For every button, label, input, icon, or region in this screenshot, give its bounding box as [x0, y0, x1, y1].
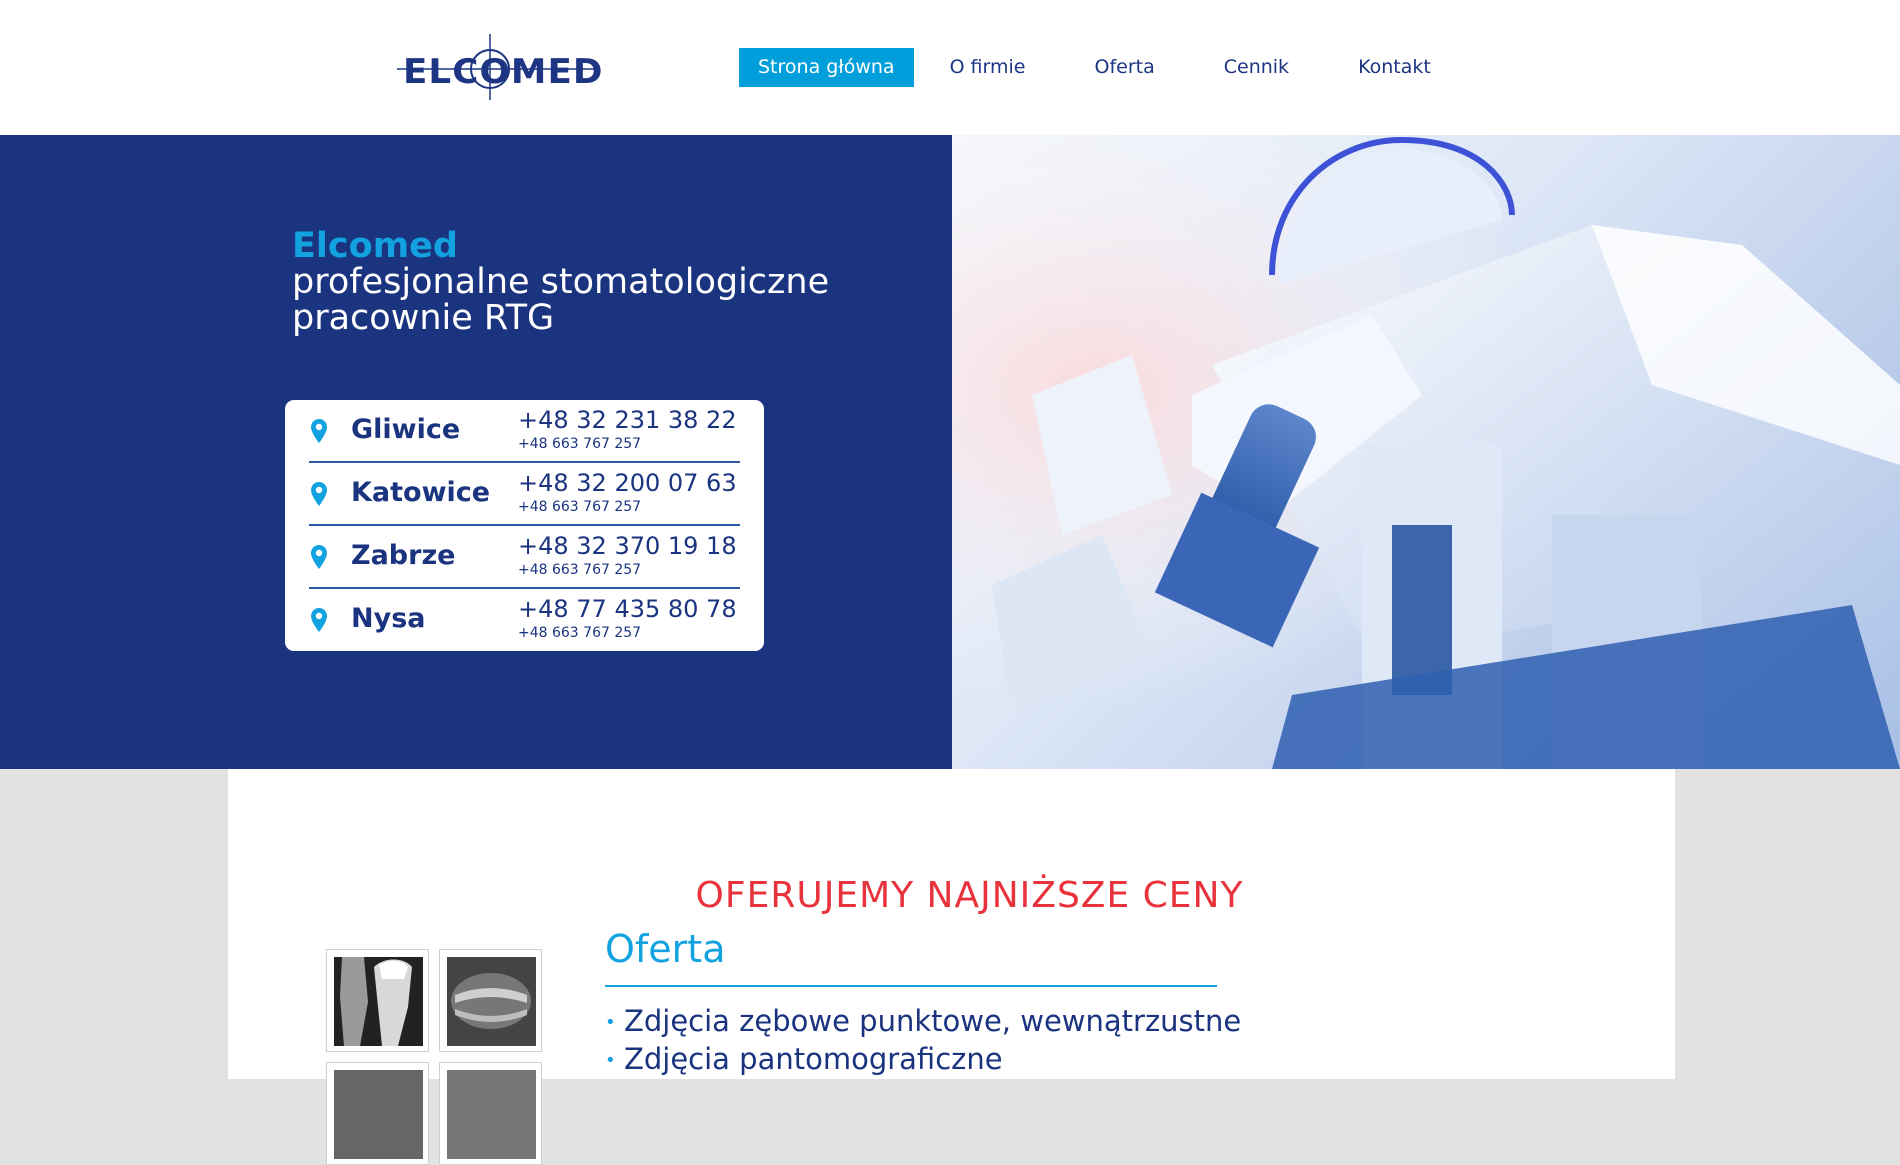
nav-contact[interactable]: Kontakt: [1339, 48, 1450, 87]
content-panel: OFERUJEMY NAJNIŻSZE CENY Oferta • Zdjęcia…: [228, 769, 1675, 1165]
xray-thumbnail[interactable]: [439, 949, 542, 1052]
location-phone[interactable]: +48 32 370 19 18: [518, 532, 737, 560]
location-phone[interactable]: +48 32 231 38 22: [518, 406, 737, 434]
headline: OFERUJEMY NAJNIŻSZE CENY: [695, 875, 1244, 916]
location-row: Zabrze +48 32 370 19 18 +48 663 767 257: [309, 526, 740, 589]
xray-image: [334, 1070, 423, 1159]
location-city: Gliwice: [351, 414, 461, 445]
xray-image: [447, 1070, 536, 1159]
hero-line-2: pracownie RTG: [292, 298, 555, 338]
offer-list: • Zdjęcia zębowe punktowe, wewnątrzustne …: [605, 1003, 1241, 1079]
bullet-icon: •: [605, 1012, 616, 1033]
map-pin-icon: [311, 419, 327, 443]
main-nav: Strona główna O firmie Oferta Cennik Kon…: [739, 48, 1481, 87]
xray-thumbnail[interactable]: [326, 949, 429, 1052]
hero-brand: Elcomed: [292, 226, 458, 266]
location-row: Katowice +48 32 200 07 63 +48 663 767 25…: [309, 463, 740, 526]
nav-about[interactable]: O firmie: [931, 48, 1045, 87]
location-row: Nysa +48 77 435 80 78 +48 663 767 257: [309, 589, 740, 652]
offer-item-label: Zdjęcia zębowe punktowe, wewnątrzustne: [624, 1004, 1242, 1038]
location-phone[interactable]: +48 77 435 80 78: [518, 595, 737, 623]
tooth-xray-icon: [334, 957, 423, 1046]
xray-thumbnail[interactable]: [326, 1062, 429, 1165]
location-city: Zabrze: [351, 540, 456, 571]
location-city: Katowice: [351, 477, 491, 508]
map-pin-icon: [311, 482, 327, 506]
hero-heading: Elcomed profesjonalne stomatologiczne pr…: [292, 228, 829, 336]
location-mobile[interactable]: +48 663 767 257: [518, 436, 641, 452]
location-mobile[interactable]: +48 663 767 257: [518, 625, 641, 641]
nav-prices[interactable]: Cennik: [1205, 48, 1308, 87]
x-ray-machine-photo: [952, 135, 1900, 769]
locations-card: Gliwice +48 32 231 38 22 +48 663 767 257…: [285, 400, 764, 651]
offer-item-label: Zdjęcia pantomograficzne: [624, 1042, 1003, 1076]
headline-wrap: OFERUJEMY NAJNIŻSZE CENY: [228, 875, 1675, 916]
offer-title: Oferta: [605, 927, 726, 971]
location-row: Gliwice +48 32 231 38 22 +48 663 767 257: [309, 400, 740, 463]
logo-wordmark: ELCOMED: [403, 52, 604, 92]
nav-home[interactable]: Strona główna: [739, 48, 914, 87]
elcomed-logo[interactable]: ELCOMED: [397, 32, 603, 102]
xray-thumbnail[interactable]: [439, 1062, 542, 1165]
location-city: Nysa: [351, 603, 426, 634]
panoramic-xray-icon: [447, 957, 536, 1046]
location-mobile[interactable]: +48 663 767 257: [518, 499, 641, 515]
location-phone[interactable]: +48 32 200 07 63: [518, 469, 737, 497]
hero-line-1: profesjonalne stomatologiczne: [292, 262, 830, 302]
location-mobile[interactable]: +48 663 767 257: [518, 562, 641, 578]
site-header: ELCOMED Strona główna O firmie Oferta Ce…: [0, 0, 1900, 135]
map-pin-icon: [311, 608, 327, 632]
offer-item: • Zdjęcia pantomograficzne: [605, 1041, 1241, 1079]
map-pin-icon: [311, 545, 327, 569]
nav-offer[interactable]: Oferta: [1075, 48, 1173, 87]
offer-item: • Zdjęcia zębowe punktowe, wewnątrzustne: [605, 1003, 1241, 1041]
bullet-icon: •: [605, 1050, 616, 1071]
offer-divider: [605, 985, 1217, 987]
